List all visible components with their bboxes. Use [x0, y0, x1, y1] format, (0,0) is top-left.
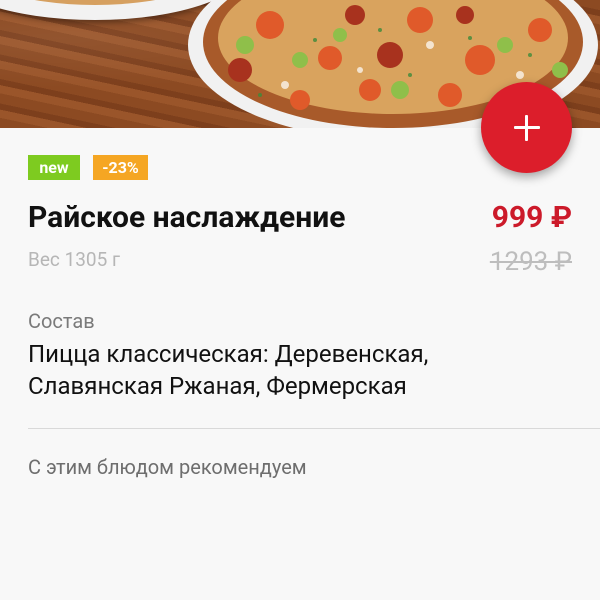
product-price: 999 ₽ — [491, 200, 572, 235]
new-badge: new — [28, 155, 80, 180]
composition-text: Пицца классическая: Деревенская, Славянс… — [28, 340, 429, 400]
recommend-heading: С этим блюдом рекомендуем — [28, 455, 307, 479]
product-weight: Вес 1305 г — [28, 248, 120, 271]
add-to-cart-button[interactable] — [481, 82, 572, 173]
old-price: 1293 ₽ — [489, 247, 572, 277]
divider — [28, 428, 600, 429]
discount-badge: -23% — [93, 155, 148, 180]
plus-icon — [513, 114, 540, 141]
product-title: Райское наслаждение — [28, 200, 346, 235]
composition-label: Состав — [28, 309, 95, 333]
